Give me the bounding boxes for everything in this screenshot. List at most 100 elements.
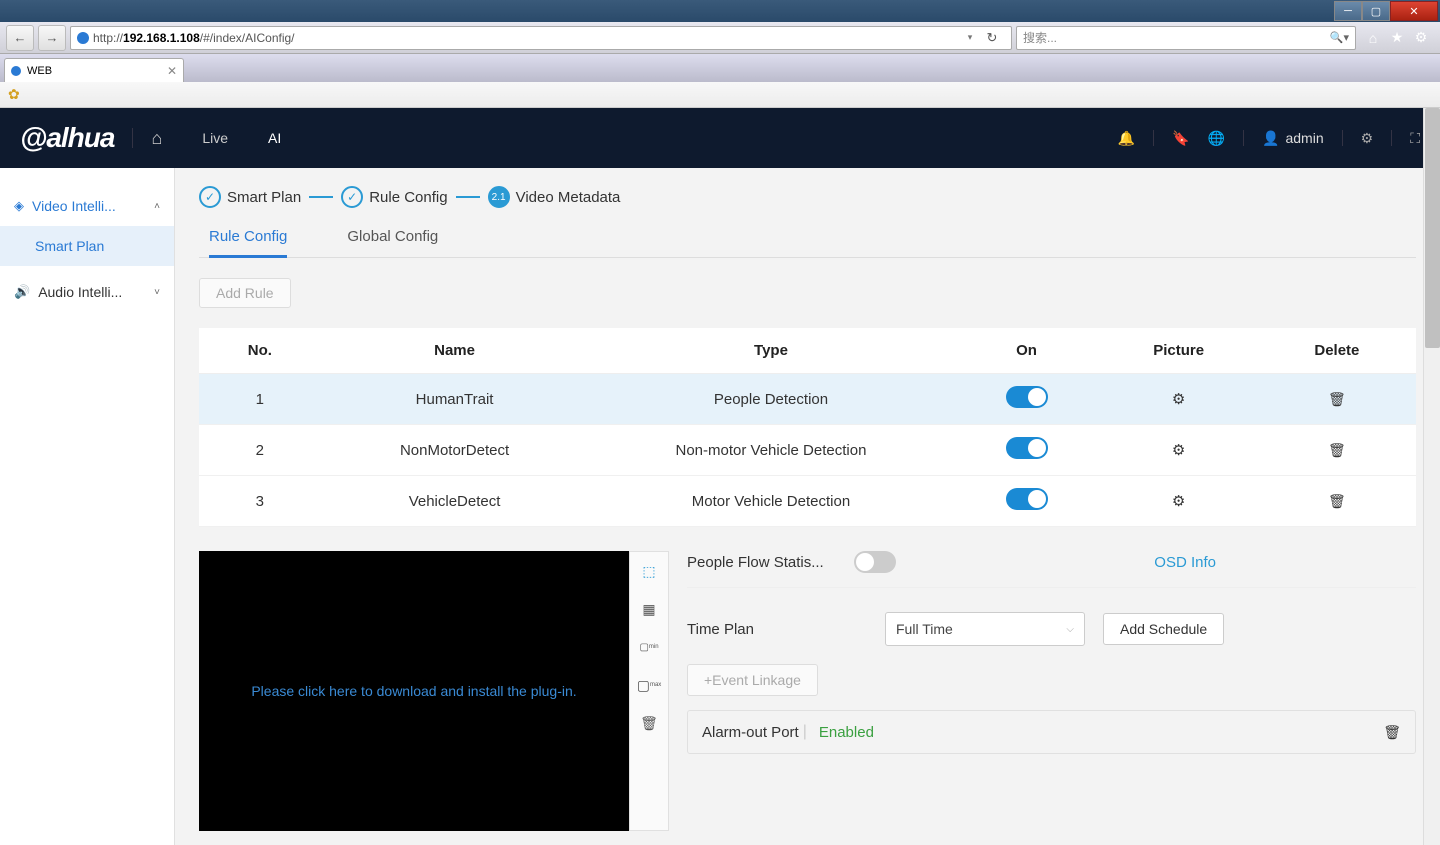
step-number-badge: 2.1 [488, 186, 510, 208]
sidebar-label: Smart Plan [35, 238, 104, 254]
cell-name: VehicleDetect [321, 476, 589, 527]
draw-max-icon[interactable]: ▢max [638, 674, 660, 696]
url-protocol: http:// [93, 31, 123, 45]
row-picture-gear-icon[interactable]: ⚙ [1172, 442, 1185, 459]
search-placeholder: 搜索... [1023, 29, 1057, 46]
browser-tab[interactable]: WEB ✕ [4, 58, 184, 82]
user-icon: 👤 [1262, 130, 1279, 147]
add-rule-button[interactable]: Add Rule [199, 278, 291, 308]
osd-info-link[interactable]: OSD Info [1154, 554, 1216, 571]
user-menu[interactable]: 👤 admin [1262, 130, 1324, 147]
bookmark-icon[interactable]: 🔖 [1172, 130, 1189, 147]
breadcrumb-step-1[interactable]: ✓ Smart Plan [199, 186, 301, 208]
sidebar: ◈ Video Intelli... ˄ Smart Plan 🔊 Audio … [0, 168, 175, 845]
nav-home-icon[interactable]: ⌂ [151, 128, 162, 149]
col-picture: Picture [1100, 328, 1258, 374]
cell-type: Non-motor Vehicle Detection [588, 425, 953, 476]
col-no: No. [199, 328, 321, 374]
people-flow-toggle[interactable] [854, 551, 896, 573]
tab-close-button[interactable]: ✕ [167, 64, 177, 78]
row-delete-icon[interactable]: 🗑 [1328, 391, 1346, 407]
home-icon[interactable]: ⌂ [1364, 29, 1382, 47]
alarm-out-status: Enabled [819, 724, 874, 741]
chevron-up-icon: ˄ [154, 201, 160, 212]
chevron-down-icon: ⌵ [1066, 624, 1074, 635]
window-minimize-button[interactable]: ─ [1334, 1, 1362, 21]
nav-ai[interactable]: AI [268, 130, 281, 146]
page-scrollbar[interactable] [1423, 108, 1440, 845]
col-name: Name [321, 328, 589, 374]
address-bar[interactable]: http://192.168.1.108/#/index/AIConfig/ ▾… [70, 26, 1012, 50]
check-icon: ✓ [341, 186, 363, 208]
app-viewport: @alhua ⌂ Live AI 🔔 🔖 🌐 👤 admin ⚙ ⛶ ◈ [0, 108, 1440, 845]
site-icon [77, 32, 89, 44]
draw-rect-icon[interactable]: ⬚ [638, 560, 660, 582]
cell-name: HumanTrait [321, 374, 589, 425]
tab-favicon [11, 66, 21, 76]
cell-type: Motor Vehicle Detection [588, 476, 953, 527]
alarm-out-label: Alarm-out Port [702, 724, 799, 741]
row-picture-gear-icon[interactable]: ⚙ [1172, 391, 1185, 408]
settings-gear-icon[interactable]: ⚙ [1412, 29, 1430, 47]
draw-delete-icon[interactable]: 🗑 [638, 712, 660, 734]
tab-rule-config[interactable]: Rule Config [209, 218, 287, 258]
window-maximize-button[interactable]: ▢ [1362, 1, 1390, 21]
cell-no: 3 [199, 476, 321, 527]
alarm-out-box: Alarm-out Port | Enabled 🗑 [687, 710, 1416, 754]
sidebar-item-smart-plan[interactable]: Smart Plan [0, 226, 174, 266]
people-flow-label: People Flow Statis... [687, 554, 824, 571]
alarm-out-delete-icon[interactable]: 🗑 [1383, 724, 1401, 741]
window-close-button[interactable]: ✕ [1390, 1, 1438, 21]
draw-region-icon[interactable]: ▦ [638, 598, 660, 620]
sidebar-group-audio[interactable]: 🔊 Audio Intelli... ˅ [0, 272, 174, 312]
reload-button[interactable]: ↻ [979, 30, 1005, 46]
cell-type: People Detection [588, 374, 953, 425]
sidebar-label: Video Intelli... [32, 198, 116, 214]
app-header: @alhua ⌂ Live AI 🔔 🔖 🌐 👤 admin ⚙ ⛶ [0, 108, 1440, 168]
forward-button[interactable]: → [38, 25, 66, 51]
breadcrumb: ✓ Smart Plan ✓ Rule Config 2.1 Video Met… [199, 186, 1416, 208]
sidebar-label: Audio Intelli... [38, 284, 122, 300]
audio-intelli-icon: 🔊 [14, 284, 30, 300]
time-plan-select[interactable]: Full Time ⌵ [885, 612, 1085, 646]
cell-name: NonMotorDetect [321, 425, 589, 476]
subtabs: Rule Config Global Config [199, 218, 1416, 258]
fullscreen-icon[interactable]: ⛶ [1410, 130, 1420, 147]
row-picture-gear-icon[interactable]: ⚙ [1172, 493, 1185, 510]
url-dropdown-icon[interactable]: ▾ [961, 32, 979, 43]
browser-tabs: WEB ✕ [0, 54, 1440, 82]
row-delete-icon[interactable]: 🗑 [1328, 493, 1346, 509]
gear-icon[interactable]: ⚙ [1361, 130, 1374, 147]
table-row[interactable]: 1HumanTraitPeople Detection⚙🗑 [199, 374, 1416, 425]
bell-icon[interactable]: 🔔 [1118, 130, 1135, 147]
row-on-toggle[interactable] [1006, 386, 1048, 408]
nav-live[interactable]: Live [202, 130, 228, 146]
plugin-download-link[interactable]: Please click here to download and instal… [251, 683, 576, 699]
sidebar-group-video[interactable]: ◈ Video Intelli... ˄ [0, 186, 174, 226]
add-schedule-button[interactable]: Add Schedule [1103, 613, 1224, 645]
row-delete-icon[interactable]: 🗑 [1328, 442, 1346, 458]
back-button[interactable]: ← [6, 25, 34, 51]
search-bar[interactable]: 搜索... 🔍▾ [1016, 26, 1356, 50]
row-on-toggle[interactable] [1006, 437, 1048, 459]
favorite-icon[interactable]: ★ [1388, 29, 1406, 47]
breadcrumb-step-3[interactable]: 2.1 Video Metadata [488, 186, 621, 208]
table-row[interactable]: 3VehicleDetectMotor Vehicle Detection ⚙ 🗑 [199, 476, 1416, 527]
chevron-down-icon: ˅ [154, 287, 160, 298]
search-icon[interactable]: 🔍▾ [1330, 31, 1349, 44]
draw-min-icon[interactable]: ▢min [638, 636, 660, 658]
table-row[interactable]: 2NonMotorDetectNon-motor Vehicle Detecti… [199, 425, 1416, 476]
time-plan-label: Time Plan [687, 621, 867, 638]
bookmarks-bar: ✿ [0, 82, 1440, 108]
event-linkage-button[interactable]: +Event Linkage [687, 664, 818, 696]
url-host: 192.168.1.108 [123, 31, 200, 45]
row-on-toggle[interactable] [1006, 488, 1048, 510]
globe-icon[interactable]: 🌐 [1208, 130, 1225, 147]
time-plan-value: Full Time [896, 621, 953, 637]
tab-global-config[interactable]: Global Config [347, 218, 438, 257]
settings-panel: People Flow Statis... OSD Info Time Plan… [669, 551, 1416, 831]
col-on: On [954, 328, 1100, 374]
breadcrumb-step-2[interactable]: ✓ Rule Config [341, 186, 447, 208]
user-name: admin [1285, 130, 1323, 146]
bookmark-star-icon[interactable]: ✿ [8, 86, 20, 103]
